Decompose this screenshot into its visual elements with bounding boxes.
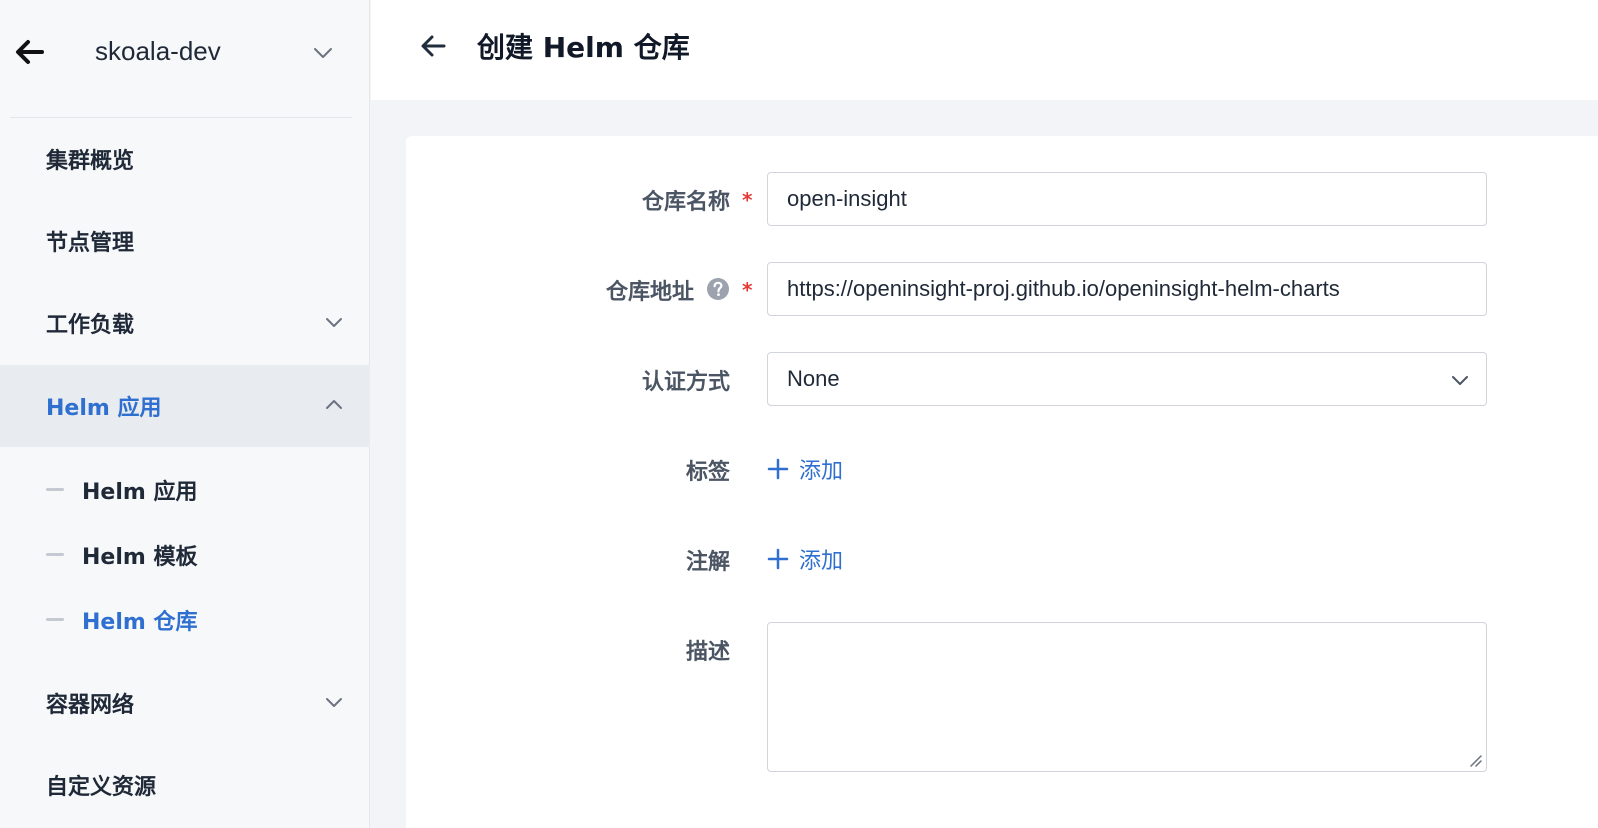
repo-url-label: 仓库地址 (605, 280, 694, 305)
sidebar-subitem-label: Helm 应用 (82, 480, 198, 505)
sidebar-item-label: 容器网络 (46, 693, 135, 718)
dash-marker (46, 553, 64, 556)
dash-marker (46, 618, 64, 621)
labels-label: 标签 (685, 460, 730, 485)
cluster-switcher[interactable]: skoala-dev (0, 0, 370, 110)
sidebar-item-container-network[interactable]: 容器网络 (0, 662, 370, 744)
repo-url-value: https://openinsight-proj.github.io/openi… (787, 276, 1340, 301)
chevron-down-icon (326, 318, 342, 327)
sidebar-item-label: 自定义资源 (46, 775, 157, 800)
chevron-down-icon[interactable] (310, 40, 336, 66)
plus-icon (767, 548, 789, 570)
required-mark: * (742, 278, 753, 302)
required-mark: * (742, 188, 753, 212)
page-title: 创建 Helm 仓库 (477, 31, 690, 64)
sidebar-item-label: 工作负载 (46, 313, 135, 338)
add-annotation-button[interactable]: 添加 (767, 543, 843, 575)
sidebar-item-label: 节点管理 (46, 231, 135, 256)
sidebar-item-cluster-overview[interactable]: 集群概览 (0, 118, 370, 200)
add-label-text: 添加 (799, 459, 844, 484)
chevron-up-icon (326, 400, 342, 409)
sidebar-subitem-label: Helm 仓库 (82, 610, 198, 635)
cluster-name[interactable]: skoala-dev (95, 36, 221, 67)
sidebar-item-node-management[interactable]: 节点管理 (0, 200, 370, 282)
plus-icon (767, 458, 789, 480)
auth-method-value: None (787, 366, 840, 391)
repo-name-input[interactable]: open-insight (767, 172, 1487, 226)
sidebar-item-helm-apps[interactable]: Helm 应用 (0, 365, 370, 447)
annotations-label: 注解 (685, 550, 730, 575)
back-arrow-icon[interactable] (12, 34, 48, 70)
resize-handle-icon[interactable] (1467, 752, 1483, 768)
sidebar-item-label: 集群概览 (46, 149, 135, 174)
add-label-button[interactable]: 添加 (767, 453, 843, 485)
sidebar-subitem-label: Helm 模板 (82, 545, 198, 570)
chevron-down-icon (1452, 376, 1468, 385)
chevron-down-icon (326, 698, 342, 707)
repo-name-value: open-insight (787, 186, 907, 211)
sidebar: skoala-dev 集群概览 节点管理 工作负载 Helm 应用 Helm 应… (0, 0, 370, 828)
repo-name-label: 仓库名称 (641, 190, 730, 215)
sidebar-subitem-helm-apps[interactable]: Helm 应用 (0, 462, 370, 518)
back-arrow-icon[interactable] (417, 30, 449, 62)
auth-method-label: 认证方式 (641, 370, 730, 395)
dash-marker (46, 488, 64, 491)
page-header: 创建 Helm 仓库 (371, 0, 1598, 100)
auth-method-select[interactable]: None (767, 352, 1487, 406)
sidebar-item-workloads[interactable]: 工作负载 (0, 282, 370, 364)
description-label: 描述 (685, 640, 730, 665)
sidebar-item-label: Helm 应用 (46, 396, 162, 421)
sidebar-subitem-helm-templates[interactable]: Helm 模板 (0, 527, 370, 583)
description-textarea[interactable] (767, 622, 1487, 772)
help-icon[interactable] (706, 277, 730, 301)
repo-url-input[interactable]: https://openinsight-proj.github.io/openi… (767, 262, 1487, 316)
add-annotation-text: 添加 (799, 549, 844, 574)
sidebar-item-custom-resources[interactable]: 自定义资源 (0, 744, 370, 826)
sidebar-subitem-helm-repos[interactable]: Helm 仓库 (0, 592, 370, 648)
